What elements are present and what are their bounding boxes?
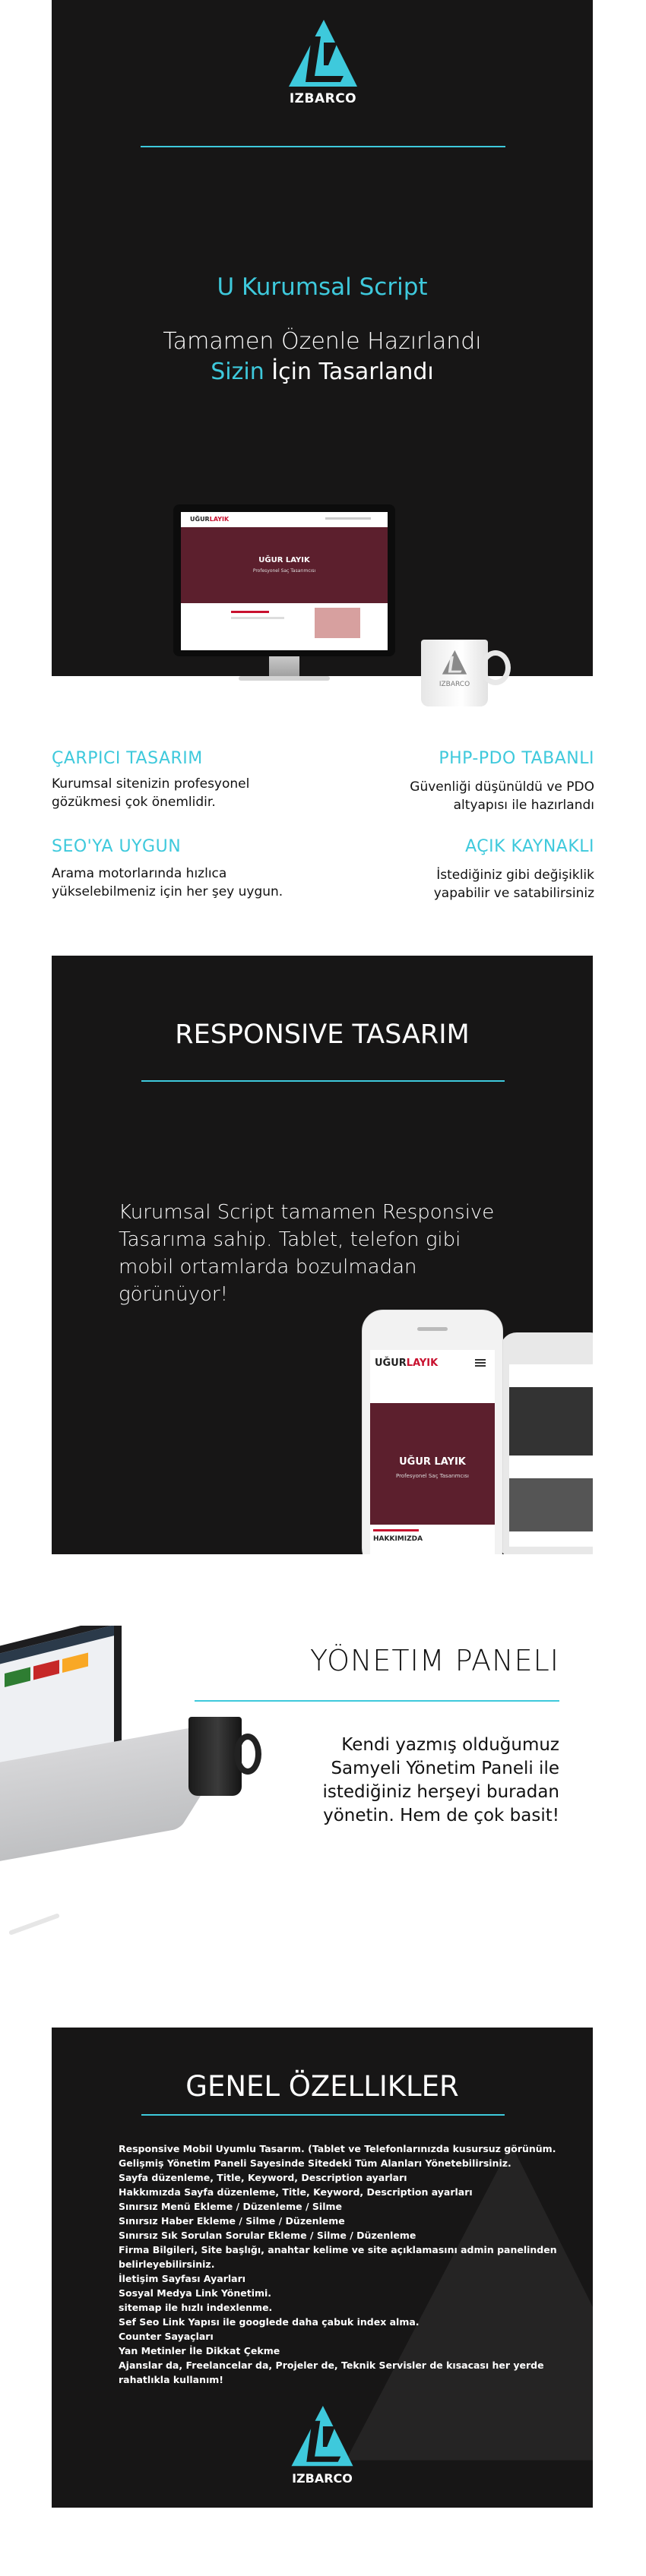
hero-line-1: Tamamen Özenle Hazırlandı [163, 328, 482, 355]
phone-front-mockup: UĞURLAYIK UĞUR LAYIK Profesyonel Saç Tas… [362, 1310, 503, 1554]
phone-speaker [417, 1327, 448, 1331]
list-item: Hakkımızda Sayfa düzenleme, Title, Keywo… [119, 2186, 473, 2198]
phone-menu-icon[interactable] [475, 1359, 486, 1361]
phone-back-mockup [500, 1332, 593, 1554]
phone-back-screen [509, 1364, 593, 1547]
general-divider [141, 2114, 505, 2116]
monitor-base [239, 676, 330, 681]
responsive-divider [141, 1080, 505, 1082]
phone-section-title: HAKKIMIZDA [373, 1535, 423, 1543]
logo-text: IZBARCO [289, 91, 357, 106]
responsive-section: RESPONSIVE TASARIM Kurumsal Script tamam… [52, 956, 593, 1554]
feature-1-text: Kurumsal sitenizin profesyonel gözükmesi… [52, 776, 250, 810]
phone-hero: UĞUR LAYIK Profesyonel Saç Tasarımcısı [370, 1403, 495, 1525]
phone-hero-subtitle: Profesyonel Saç Tasarımcısı [395, 1473, 470, 1479]
site-content-image [315, 608, 360, 638]
admin-title: YÖNETIM PANELI [309, 1644, 559, 1677]
site-hero-subtitle: Profesyonel Saç Tasarımcısı [252, 568, 316, 574]
list-item: Counter Sayaçları [119, 2331, 214, 2342]
list-item: Sosyal Medya Link Yönetimi. [119, 2287, 272, 2299]
general-feature-list: Responsive Mobil Uyumlu Tasarım. (Tablet… [119, 2141, 559, 2387]
mug-mockup: IZBARCO [421, 640, 527, 714]
hero-line-2-rest: İçin Tasarlandı [264, 359, 434, 385]
list-item: Ajanslar da, Freelancelar da, Projeler d… [119, 2359, 544, 2385]
stylus-pen [8, 1913, 60, 1936]
list-item: Yan Metinler İle Dikkat Çekme [119, 2345, 280, 2356]
list-item: Sayfa düzenleme, Title, Keyword, Descrip… [119, 2172, 407, 2183]
list-item: Sınırsız Sık Sorulan Sorular Ekleme / Si… [119, 2230, 416, 2241]
site-nav [325, 517, 371, 520]
footer-logo[interactable]: IZBARCO [284, 2406, 360, 2489]
feature-4-text: İstediğiniz gibi değişiklik yapabilir ve… [433, 868, 594, 901]
feature-2-text: Güvenliği düşünüldü ve PDO altyapısı ile… [410, 779, 594, 813]
responsive-title: RESPONSIVE TASARIM [175, 1019, 470, 1050]
responsive-text: Kurumsal Script tamamen Responsive Tasar… [119, 1201, 495, 1306]
general-section: GENEL ÖZELLIKLER Responsive Mobil Uyumlu… [52, 2028, 593, 2508]
phone-front-screen: UĞURLAYIK UĞUR LAYIK Profesyonel Saç Tas… [370, 1350, 495, 1554]
logo-mark-icon [291, 2406, 353, 2467]
mug-text: IZBARCO [439, 681, 470, 688]
list-item: sitemap ile hızlı indexlenme. [119, 2302, 273, 2313]
list-item: İletişim Sayfası Ayarları [119, 2273, 246, 2284]
feature-2-title: PHP-PDO TABANLI [439, 749, 594, 768]
feature-4-title: AÇIK KAYNAKLI [465, 837, 594, 856]
site-hero: UĞUR LAYIK Profesyonel Saç Tasarımcısı [181, 527, 388, 603]
logo-mark-icon [289, 20, 357, 87]
site-hero-title: UĞUR LAYIK [258, 556, 310, 564]
list-item: Responsive Mobil Uyumlu Tasarım. (Tablet… [119, 2143, 556, 2154]
feature-3-text: Arama motorlarında hızlıca yükselebilmen… [52, 866, 283, 899]
feature-3-title: SEO'YA UYGUN [52, 837, 182, 856]
list-item: Sınırsız Menü Ekleme / Düzenleme / Silme [119, 2201, 342, 2212]
phone-accent-line [373, 1529, 419, 1531]
footer-logo-text: IZBARCO [292, 2471, 353, 2486]
brand-logo[interactable]: IZBARCO [281, 20, 365, 111]
monitor-mockup: UĞURLAYIK UĞUR LAYIK Profesyonel Saç Tas… [173, 504, 395, 694]
list-item: Firma Bilgileri, Site başlığı, anahtar k… [119, 2244, 557, 2270]
mug-logo-icon [442, 650, 467, 675]
site-header: UĞURLAYIK [181, 512, 388, 527]
hero-title: U Kurumsal Script [217, 273, 428, 301]
phone-hero-title: UĞUR LAYIK [399, 1456, 466, 1468]
black-mug [188, 1717, 261, 1800]
hero-divider [141, 146, 505, 147]
list-item: Sef Seo Link Yapısı ile googlede daha ça… [119, 2316, 420, 2328]
admin-text: Kendi yazmış olduğumuz Samyeli Yönetim P… [322, 1735, 560, 1825]
site-content-line [231, 611, 269, 613]
list-item: Gelişmiş Yönetim Paneli Sayesinde Sitede… [119, 2157, 511, 2169]
site-brand: UĞURLAYIK [190, 516, 230, 523]
list-item: Sınırsız Haber Ekleme / Silme / Düzenlem… [119, 2215, 345, 2227]
hero-line-2-highlight: Sizin [211, 359, 264, 385]
feature-1-title: ÇARPICI TASARIM [52, 749, 203, 768]
monitor-stand [269, 656, 299, 678]
general-title: GENEL ÖZELLIKLER [185, 2070, 459, 2103]
monitor-site-preview: UĞURLAYIK UĞUR LAYIK Profesyonel Saç Tas… [181, 512, 388, 650]
hero-line-2: Sizin İçin Tasarlandı [52, 359, 593, 385]
admin-divider [195, 1700, 559, 1702]
phone-brand: UĞURLAYIK [375, 1358, 439, 1369]
site-content-line-2 [231, 617, 284, 619]
